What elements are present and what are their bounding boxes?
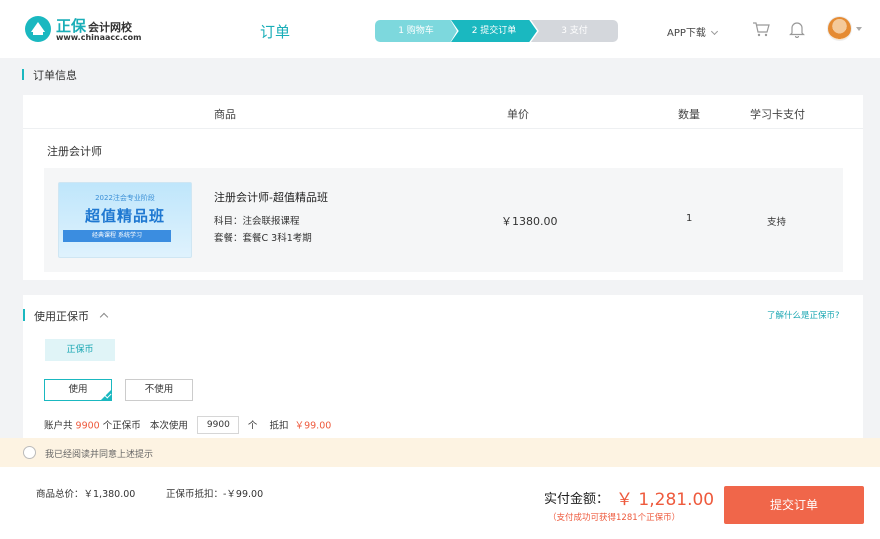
deduct-amount: ￥99.00 bbox=[294, 420, 332, 432]
logo-url: www.chinaacc.com bbox=[56, 33, 142, 42]
coin-help-link[interactable]: 了解什么是正保币? bbox=[767, 309, 840, 321]
course-subject: 科目：注会联报课程 bbox=[214, 216, 300, 227]
coin-amount-input[interactable]: 9900 bbox=[196, 416, 239, 434]
course-name: 注册会计师-超值精品班 bbox=[214, 191, 328, 204]
coin-tab[interactable]: 正保币 bbox=[45, 339, 115, 361]
cart-icon[interactable] bbox=[752, 21, 770, 37]
agreement-bar: 我已经阅读并同意上述提示 bbox=[0, 438, 880, 467]
use-coin-label: 使用 bbox=[68, 384, 88, 395]
table-row: 2022注会专业阶段 超值精品班 经典课程 系统学习 注册会计师-超值精品班 科… bbox=[44, 168, 843, 272]
order-steps: 1 购物车 2 提交订单 3 支付 bbox=[375, 20, 618, 42]
account-coin-amount: 9900 bbox=[75, 420, 100, 432]
no-coin-option[interactable]: 不使用 bbox=[125, 379, 193, 401]
col-product: 商品 bbox=[214, 108, 236, 121]
pay-amount: ￥ 1,281.00 bbox=[616, 490, 715, 510]
pay-reward-note: （支付成功可获得1281个正保币） bbox=[548, 513, 681, 523]
step-cart: 1 购物车 bbox=[375, 20, 457, 42]
course-thumbnail[interactable]: 2022注会专业阶段 超值精品班 经典课程 系统学习 bbox=[58, 182, 192, 258]
quantity: 1 bbox=[686, 213, 693, 224]
goods-total: 商品总价：￥1,380.00 bbox=[36, 489, 136, 500]
course-package: 套餐：套餐C 3科1考期 bbox=[214, 233, 312, 244]
top-header: 正保 会计网校 www.chinaacc.com 订单 1 购物车 2 提交订单 … bbox=[0, 0, 880, 58]
logo-mark-icon bbox=[25, 16, 51, 42]
coin-usage-line: 账户共 9900 个正保币 本次使用 9900 个 抵扣 ￥99.00 bbox=[44, 416, 332, 435]
use-unit: 个 bbox=[247, 420, 258, 432]
bell-icon[interactable] bbox=[789, 20, 805, 38]
coin-panel: 使用正保币 了解什么是正保币? 正保币 使用 不使用 账户共 9900 个正保币… bbox=[23, 295, 863, 440]
user-avatar[interactable] bbox=[827, 16, 852, 41]
use-coin-option[interactable]: 使用 bbox=[44, 379, 112, 401]
unit-price: ￥1380.00 bbox=[501, 215, 558, 228]
section-marker bbox=[23, 309, 25, 321]
site-logo[interactable]: 正保 会计网校 www.chinaacc.com bbox=[24, 15, 141, 45]
col-quantity: 数量 bbox=[678, 108, 700, 121]
page-title: 订单 bbox=[260, 23, 291, 41]
chevron-down-icon bbox=[710, 27, 718, 36]
coin-section-title[interactable]: 使用正保币 bbox=[34, 308, 89, 324]
thumb-tagline: 经典课程 系统学习 bbox=[63, 230, 171, 242]
order-info-title: 订单信息 bbox=[22, 67, 77, 83]
pay-label: 实付金额： bbox=[544, 492, 610, 507]
agree-radio[interactable] bbox=[23, 446, 36, 459]
step-payment: 3 支付 bbox=[531, 20, 618, 42]
col-unit-price: 单价 bbox=[507, 108, 529, 121]
use-prefix: 本次使用 bbox=[149, 420, 188, 432]
card-pay-support: 支持 bbox=[767, 217, 787, 228]
order-table: 商品 单价 数量 学习卡支付 注册会计师 2022注会专业阶段 超值精品班 经典… bbox=[23, 95, 863, 280]
thumb-subtitle: 2022注会专业阶段 bbox=[95, 194, 155, 202]
coin-deduction: 正保币抵扣：-￥99.00 bbox=[166, 489, 264, 500]
app-download-menu[interactable]: APP下载 bbox=[667, 24, 718, 39]
checkout-footer: 商品总价：￥1,380.00 正保币抵扣：-￥99.00 实付金额： ￥ 1,2… bbox=[0, 467, 880, 539]
agree-text[interactable]: 我已经阅读并同意上述提示 bbox=[45, 447, 153, 460]
caret-down-icon[interactable] bbox=[856, 27, 862, 31]
deduct-label: 抵扣 bbox=[269, 420, 289, 432]
step-submit-order: 2 提交订单 bbox=[451, 20, 537, 42]
thumb-title: 超值精品班 bbox=[84, 207, 165, 225]
submit-order-button[interactable]: 提交订单 bbox=[724, 486, 864, 524]
account-suffix: 个正保币 bbox=[102, 420, 141, 432]
account-prefix: 账户共 bbox=[44, 420, 73, 432]
group-title: 注册会计师 bbox=[47, 145, 102, 158]
table-divider bbox=[23, 128, 863, 129]
col-card-pay: 学习卡支付 bbox=[750, 108, 805, 121]
chevron-up-icon[interactable] bbox=[99, 312, 109, 322]
